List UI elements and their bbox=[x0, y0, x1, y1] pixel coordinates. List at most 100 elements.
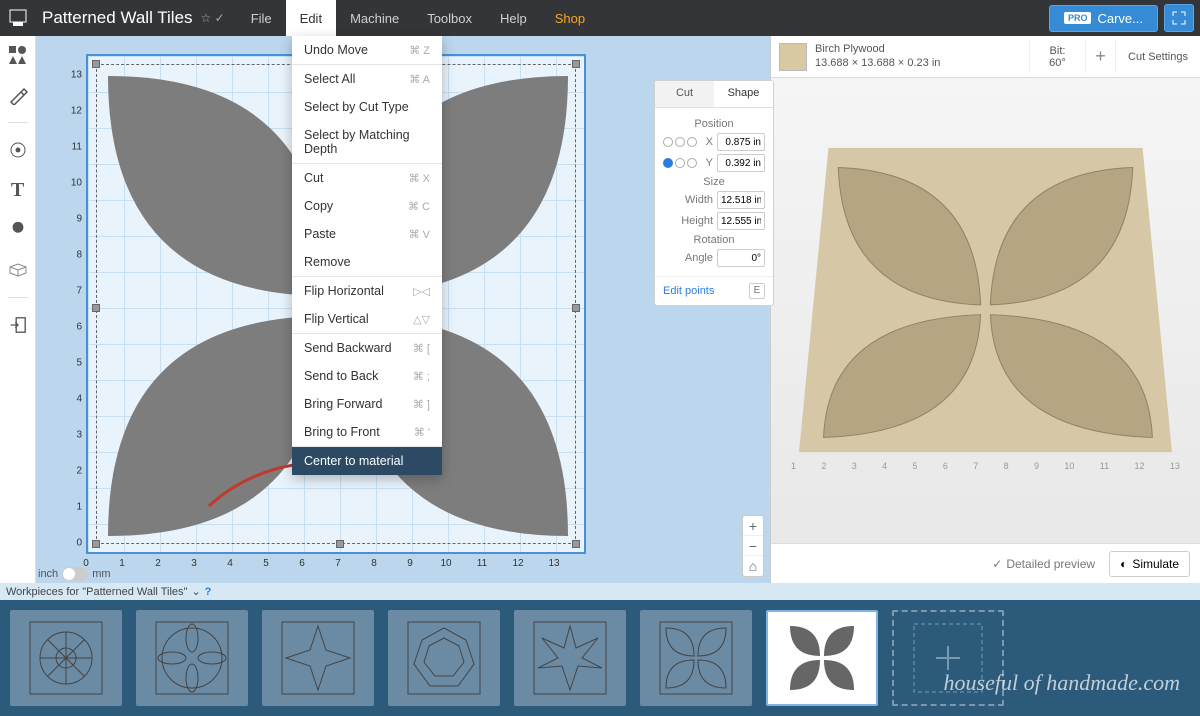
bit-selector[interactable]: Bit: 60° bbox=[1029, 41, 1085, 73]
preview-footer: ✓ Detailed preview ◐ Simulate bbox=[771, 543, 1200, 583]
carve-button[interactable]: PRO Carve... bbox=[1049, 5, 1158, 32]
material-selector[interactable]: Birch Plywood 13.688 × 13.688 × 0.23 in bbox=[771, 43, 1029, 71]
left-toolbar: T bbox=[0, 36, 36, 583]
menu-help[interactable]: Help bbox=[486, 0, 541, 36]
menu-bring-forward[interactable]: Bring Forward⌘ ] bbox=[292, 390, 442, 418]
menu-send-backward[interactable]: Send Backward⌘ [ bbox=[292, 334, 442, 362]
favorite-icon[interactable]: ☆ ✓ bbox=[201, 11, 225, 25]
material-dims: 13.688 × 13.688 × 0.23 in bbox=[815, 57, 940, 70]
add-workpiece-button[interactable] bbox=[892, 610, 1004, 706]
width-input[interactable] bbox=[717, 191, 765, 209]
edit-dropdown: Undo Move⌘ Z Select All⌘ A Select by Cut… bbox=[292, 36, 442, 475]
shapes-tool[interactable] bbox=[5, 42, 31, 68]
app-logo bbox=[0, 0, 36, 36]
anchor-radios[interactable] bbox=[663, 137, 697, 147]
flip-h-icon: ▷◁ bbox=[413, 285, 430, 298]
preview-toolbar: Birch Plywood 13.688 × 13.688 × 0.23 in … bbox=[771, 36, 1200, 78]
menu-shop[interactable]: Shop bbox=[541, 0, 599, 36]
position-header: Position bbox=[663, 118, 765, 130]
flip-v-icon: △▽ bbox=[413, 313, 430, 326]
drill-tool[interactable] bbox=[5, 137, 31, 163]
preview-3d-view[interactable]: 12345678910111213 bbox=[771, 78, 1200, 543]
unit-switch[interactable] bbox=[62, 567, 88, 581]
workpiece-5[interactable] bbox=[514, 610, 626, 706]
workpiece-4[interactable] bbox=[388, 610, 500, 706]
handle-w[interactable] bbox=[92, 304, 100, 312]
main-menu: File Edit Machine Toolbox Help Shop bbox=[237, 0, 599, 36]
menu-copy[interactable]: Copy⌘ C bbox=[292, 192, 442, 220]
tab-cut[interactable]: Cut bbox=[655, 81, 714, 107]
zoom-controls: + − ⌂ bbox=[742, 515, 764, 577]
handle-nw[interactable] bbox=[92, 60, 100, 68]
rotation-header: Rotation bbox=[663, 234, 765, 246]
ruler-x: 012345678910111213 bbox=[86, 558, 586, 572]
pen-tool[interactable] bbox=[5, 82, 31, 108]
workpiece-3[interactable] bbox=[262, 610, 374, 706]
zoom-fit-button[interactable]: ⌂ bbox=[743, 556, 763, 576]
height-input[interactable] bbox=[717, 212, 765, 230]
add-bit-button[interactable]: + bbox=[1085, 40, 1115, 73]
workpiece-2[interactable] bbox=[136, 610, 248, 706]
size-header: Size bbox=[663, 176, 765, 188]
menu-select-by-cut[interactable]: Select by Cut Type bbox=[292, 93, 442, 121]
menu-toolbox[interactable]: Toolbox bbox=[413, 0, 486, 36]
menu-remove[interactable]: Remove bbox=[292, 248, 442, 276]
pro-badge: PRO bbox=[1064, 12, 1092, 24]
menu-flip-h[interactable]: Flip Horizontal▷◁ bbox=[292, 277, 442, 305]
menu-send-to-back[interactable]: Send to Back⌘ ; bbox=[292, 362, 442, 390]
menu-cut[interactable]: Cut⌘ X bbox=[292, 164, 442, 192]
unit-inch: inch bbox=[38, 568, 58, 580]
zoom-in-button[interactable]: + bbox=[743, 516, 763, 536]
material-name: Birch Plywood bbox=[815, 43, 940, 56]
workpiece-6[interactable] bbox=[640, 610, 752, 706]
menu-center-to-material[interactable]: Center to material bbox=[292, 447, 442, 475]
angle-input[interactable] bbox=[717, 249, 765, 267]
ruler-y: 012345678910111213 bbox=[66, 54, 82, 554]
fullscreen-button[interactable] bbox=[1164, 4, 1194, 32]
pos-y-input[interactable] bbox=[717, 154, 765, 172]
help-icon[interactable]: ? bbox=[205, 586, 212, 598]
menu-select-all[interactable]: Select All⌘ A bbox=[292, 65, 442, 93]
simulate-button[interactable]: ◐ Simulate bbox=[1109, 551, 1190, 577]
text-tool[interactable]: T bbox=[5, 177, 31, 203]
tab-shape[interactable]: Shape bbox=[714, 81, 773, 107]
workpieces-bar: houseful of handmade.com bbox=[0, 600, 1200, 716]
anchor-radios-2[interactable] bbox=[663, 158, 697, 168]
menu-file[interactable]: File bbox=[237, 0, 286, 36]
menu-undo[interactable]: Undo Move⌘ Z bbox=[292, 36, 442, 64]
handle-sw[interactable] bbox=[92, 540, 100, 548]
menu-edit[interactable]: Edit bbox=[286, 0, 336, 36]
carve-label: Carve... bbox=[1097, 11, 1143, 26]
unit-toggle[interactable]: inch mm bbox=[38, 567, 111, 581]
import-tool[interactable] bbox=[5, 312, 31, 338]
brick-tool[interactable] bbox=[5, 257, 31, 283]
project-title: Patterned Wall Tiles bbox=[42, 8, 193, 28]
menu-paste[interactable]: Paste⌘ V bbox=[292, 220, 442, 248]
preview-board bbox=[799, 138, 1172, 472]
preview-pane: Birch Plywood 13.688 × 13.688 × 0.23 in … bbox=[770, 36, 1200, 583]
zoom-out-button[interactable]: − bbox=[743, 536, 763, 556]
handle-ne[interactable] bbox=[572, 60, 580, 68]
menu-bring-to-front[interactable]: Bring to Front⌘ ' bbox=[292, 418, 442, 446]
workpieces-header: Workpieces for "Patterned Wall Tiles" ⌄ … bbox=[0, 583, 1200, 600]
material-swatch bbox=[779, 43, 807, 71]
detailed-preview-toggle[interactable]: ✓ Detailed preview bbox=[992, 557, 1095, 571]
menu-machine[interactable]: Machine bbox=[336, 0, 413, 36]
preview-ruler-x: 12345678910111213 bbox=[791, 461, 1180, 473]
cut-settings-button[interactable]: Cut Settings bbox=[1115, 41, 1200, 73]
chevron-down-icon[interactable]: ⌄ bbox=[191, 585, 200, 598]
menu-flip-v[interactable]: Flip Vertical△▽ bbox=[292, 305, 442, 333]
handle-se[interactable] bbox=[572, 540, 580, 548]
unit-mm: mm bbox=[92, 568, 110, 580]
workpiece-7-active[interactable] bbox=[766, 610, 878, 706]
apps-tool[interactable] bbox=[5, 217, 31, 243]
handle-s[interactable] bbox=[336, 540, 344, 548]
shape-panel: Cut Shape Position X Y bbox=[654, 80, 774, 306]
edit-points-link[interactable]: Edit points bbox=[663, 285, 714, 297]
main-area: T 012345678910111213 012345678910111213 bbox=[0, 36, 1200, 583]
handle-e[interactable] bbox=[572, 304, 580, 312]
menu-select-by-depth[interactable]: Select by Matching Depth bbox=[292, 121, 442, 163]
edit-points-key: E bbox=[749, 283, 765, 299]
pos-x-input[interactable] bbox=[717, 133, 765, 151]
workpiece-1[interactable] bbox=[10, 610, 122, 706]
